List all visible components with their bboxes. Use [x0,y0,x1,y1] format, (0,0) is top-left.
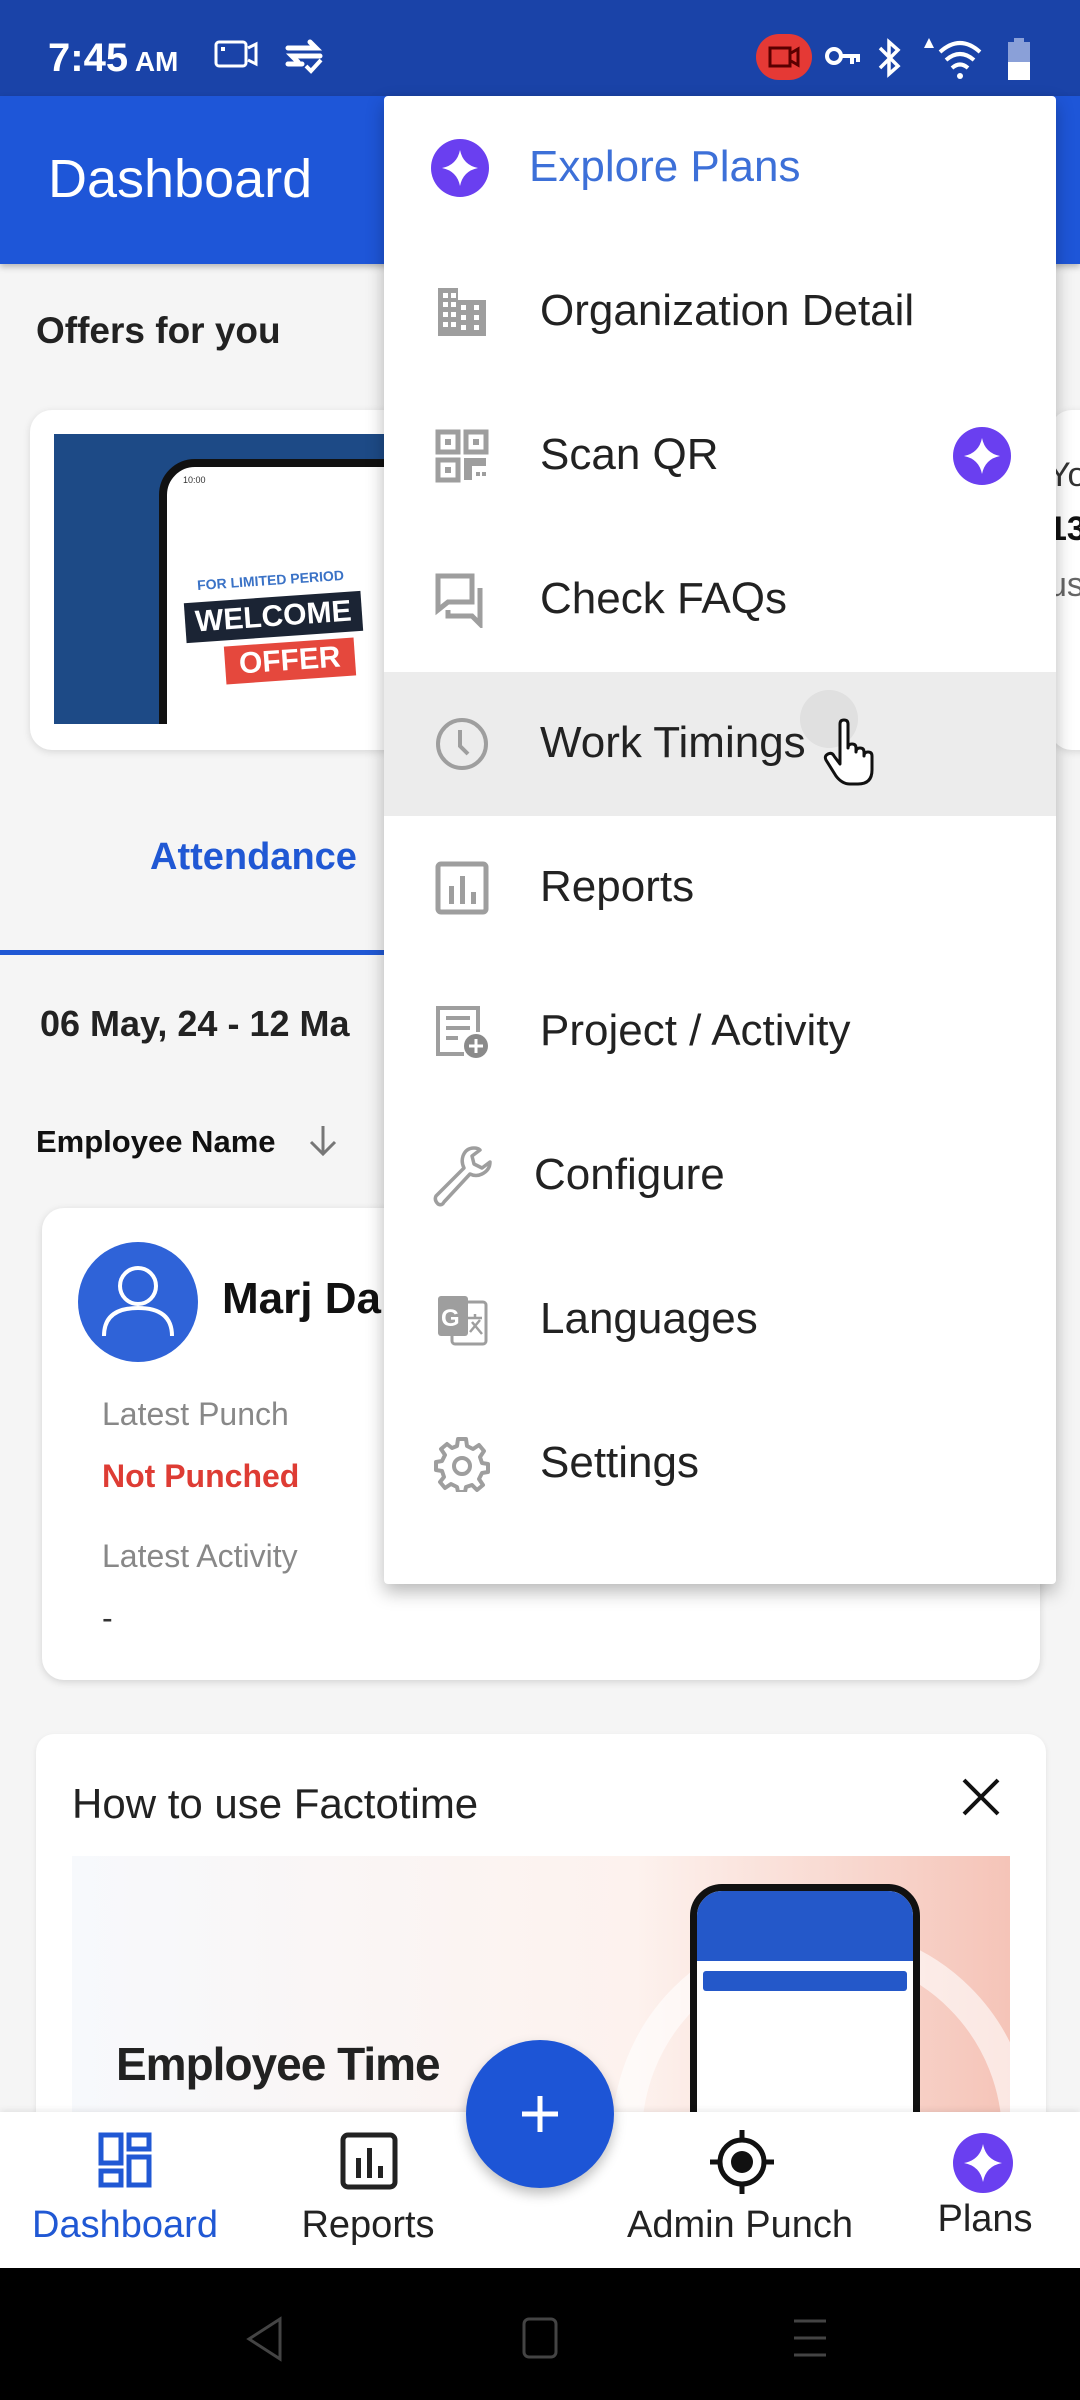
sparkle-icon [953,2133,1013,2193]
bar-chart-icon [435,861,489,915]
offers-section-title: Offers for you [36,310,281,351]
note-add-icon [436,1006,488,1058]
menu-item-label: Configure [534,1150,725,1199]
menu-item-explore-plans[interactable]: Explore Plans [384,96,1056,240]
nav-reports[interactable]: Reports [250,2112,486,2268]
add-fab-button[interactable] [466,2040,614,2188]
latest-punch-label: Latest Punch [102,1396,289,1432]
system-nav-bar [0,2268,1080,2400]
nav-plans[interactable]: Plans [890,2112,1080,2268]
sort-employee-name[interactable]: Employee Name [36,1124,276,1160]
translate-icon: G [438,1296,488,1346]
nav-label: Admin Punch [626,2204,853,2246]
latest-activity-value: - [102,1600,113,1636]
nav-dashboard[interactable]: Dashboard [0,2112,250,2268]
clock-ampm: AM [134,46,179,77]
menu-item-languages[interactable]: G Languages [384,1248,1056,1392]
menu-item-scan-qr[interactable]: Scan QR [384,384,1056,528]
recents-icon[interactable] [790,2316,830,2360]
home-icon[interactable] [520,2316,560,2360]
close-icon[interactable] [956,1772,1006,1822]
phone-mockup-time: 10:00 [183,475,206,485]
offer-offer-text: OFFER [223,637,356,685]
menu-item-label: Reports [540,862,695,911]
menu-item-label: Check FAQs [540,574,787,623]
menu-item-configure[interactable]: Configure [384,1104,1056,1248]
clock-icon [436,718,488,770]
sparkle-icon [953,427,1011,485]
camera-recording-indicator [756,34,812,80]
tab-attendance[interactable]: Attendance [150,836,357,879]
hand-pointer-icon [823,718,874,786]
arrow-down-icon[interactable] [306,1122,340,1160]
menu-item-label: Settings [540,1438,699,1487]
overflow-menu: Explore Plans Organization Detail Scan Q… [384,96,1056,1584]
offer-welcome-text: WELCOME [183,590,363,644]
add-icon [522,2096,558,2132]
status-time: 7:45 AM [48,36,178,81]
howto-title: How to use Factotime [72,1780,479,1827]
status-bar: 7:45 AM [0,0,1080,96]
screen-record-icon [214,40,258,68]
sync-icon [285,39,323,74]
menu-item-label: Work Timings [540,718,806,767]
wrench-icon [433,1146,492,1207]
menu-item-work-timings[interactable]: Work Timings [384,672,1056,816]
nav-admin-punch[interactable]: Admin Punch [600,2112,880,2268]
clock-time: 7:45 [48,36,129,80]
svg-text:G: G [441,1305,460,1332]
menu-item-label: Scan QR [540,430,719,479]
page-title: Dashboard [48,149,313,209]
menu-item-label: Languages [540,1294,758,1343]
date-range-selector[interactable]: 06 May, 24 - 12 Ma [40,1003,350,1045]
banner-headline-line: Employee Time [116,2038,441,2090]
reports-icon [340,2132,398,2190]
menu-item-label: Explore Plans [529,142,801,191]
location-target-icon [710,2130,774,2194]
phone-mockup-header [697,1891,913,1961]
menu-item-settings[interactable]: Settings [384,1392,1056,1536]
back-icon[interactable] [244,2316,284,2362]
menu-item-label: Project / Activity [540,1006,851,1055]
nav-label: Plans [937,2198,1033,2240]
faq-chat-icon [435,573,483,628]
qr-code-icon [435,429,489,483]
latest-activity-label: Latest Activity [102,1538,298,1574]
employee-name: Marj Da [222,1274,381,1323]
phone-mockup-button [703,1971,907,1991]
bluetooth-icon [878,38,901,78]
latest-punch-status: Not Punched [102,1458,300,1494]
menu-item-check-faqs[interactable]: Check FAQs [384,528,1056,672]
gear-icon [434,1437,490,1492]
menu-item-label: Organization Detail [540,286,915,335]
vpn-key-icon [825,47,860,65]
sparkle-icon [431,139,489,197]
offer-limited-text: FOR LIMITED PERIOD [196,566,345,594]
nav-label: Dashboard [32,2204,218,2246]
person-icon [102,1266,174,1337]
dashboard-icon [98,2132,152,2188]
menu-item-reports[interactable]: Reports [384,816,1056,960]
menu-item-organization-detail[interactable]: Organization Detail [384,240,1056,384]
wifi-icon [924,38,982,79]
tab-indicator [0,950,384,955]
menu-item-project-activity[interactable]: Project / Activity [384,960,1056,1104]
nav-label: Reports [301,2204,435,2246]
avatar [78,1242,198,1362]
building-icon [438,288,486,336]
camera-recording-icon [768,46,800,68]
battery-icon [1008,38,1030,80]
